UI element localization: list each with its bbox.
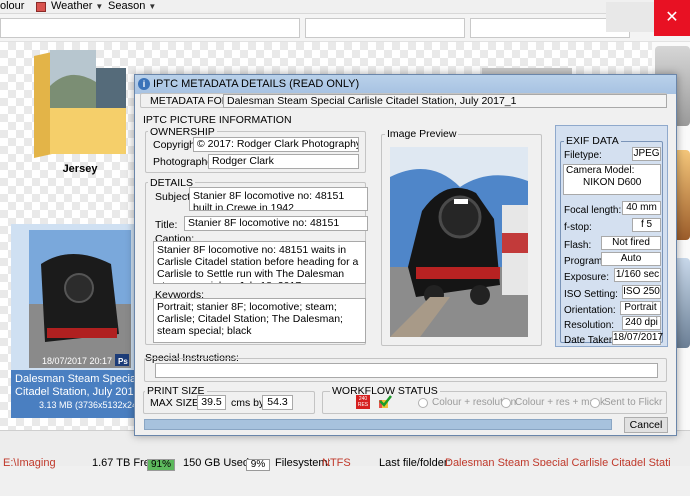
dialog-title: IPTC METADATA DETAILS (READ ONLY)	[153, 78, 360, 90]
chevron-down-icon: ▼	[148, 2, 157, 11]
colour-swatch-icon[interactable]	[36, 2, 46, 12]
dialog-title-bar[interactable]: i IPTC METADATA DETAILS (READ ONLY)	[135, 75, 676, 94]
search-field[interactable]	[305, 18, 465, 38]
path-field[interactable]	[0, 18, 300, 38]
train-thumbnail-image	[29, 230, 131, 368]
orientation-label: Orientation:	[564, 305, 616, 316]
flash-label: Flash:	[564, 240, 592, 251]
used-pct-badge: 9%	[246, 459, 270, 471]
chevron-down-icon: ▼	[95, 2, 104, 11]
program-value: Auto	[601, 252, 661, 266]
title-field[interactable]: Stanier 8F locomotive no: 48151	[184, 216, 368, 231]
image-preview-caption: Image Preview	[385, 128, 459, 140]
max-height-field[interactable]: 54.3	[262, 395, 293, 410]
metadata-for-label: METADATA FOR	[150, 95, 230, 107]
selected-thumbnail[interactable]: Ps	[11, 224, 143, 370]
window-close-button[interactable]: ✕	[654, 0, 690, 36]
colour-filter-label: olour	[0, 0, 25, 12]
title-label: Title:	[155, 219, 178, 231]
maximize-button[interactable]	[630, 2, 656, 32]
date-value: 18/07/2017	[612, 331, 664, 345]
file-name-line2: Citadel Station, July 2017_1.j	[15, 386, 143, 398]
photographer-field[interactable]: Rodger Clark	[208, 154, 359, 169]
camera-value: NIKON D600	[583, 177, 642, 188]
sent-to-flickr-label: Sent to Flickr	[604, 397, 663, 408]
weather-filter-label: Weather	[51, 0, 93, 12]
metadata-for-field[interactable]: Dalesman Steam Special Carlisle Citadel …	[223, 94, 667, 108]
cancel-button[interactable]: Cancel	[624, 417, 668, 433]
exposure-value: 1/160 sec	[614, 268, 661, 282]
resolution-label: Resolution:	[564, 320, 615, 331]
filter-toolbar: olour Weather ▼ Season ▼	[0, 0, 690, 14]
iso-value: ISO 250	[622, 285, 661, 299]
season-filter-label: Season	[108, 0, 146, 12]
cms-by-label: cms by	[231, 397, 265, 409]
special-instructions-field[interactable]	[155, 363, 658, 378]
keywords-field[interactable]: Portrait; stanier 8F; locomotive; steam;…	[153, 298, 366, 343]
iso-label: ISO Setting:	[564, 289, 618, 300]
weather-filter[interactable]: Weather ▼	[51, 0, 103, 14]
filetype-value: JPEG	[632, 147, 661, 161]
filetype-label: Filetype:	[564, 150, 602, 161]
subject-field[interactable]: Stanier 8F locomotive no: 48151 built in…	[189, 187, 368, 211]
info-icon: i	[138, 78, 150, 90]
program-label: Program:	[564, 256, 606, 267]
max-width-field[interactable]: 39.5	[197, 395, 226, 410]
path-strip	[0, 14, 690, 42]
season-filter[interactable]: Season ▼	[108, 0, 156, 14]
file-date: 18/07/2017 20:17	[41, 356, 113, 366]
fstop-label: f-stop:	[564, 222, 592, 233]
minimize-button[interactable]	[606, 2, 632, 32]
free-pct-badge: 91%	[147, 459, 175, 471]
colour-resolution-radio[interactable]	[418, 398, 428, 408]
progress-bar	[144, 419, 612, 430]
orientation-value: Portrait	[620, 301, 661, 315]
copyright-field[interactable]: © 2017: Rodger Clark Photography (All Ri…	[193, 137, 359, 152]
sent-to-flickr-radio[interactable]	[590, 398, 600, 408]
image-preview	[390, 147, 528, 337]
train-preview-image	[390, 147, 528, 337]
folder-jersey[interactable]	[30, 46, 130, 158]
close-icon: ✕	[665, 9, 679, 26]
focal-label: Focal length:	[564, 205, 622, 216]
file-size: 3.13 MB (3736x5132x24)	[39, 400, 141, 410]
subject-label: Subject:	[155, 191, 193, 203]
folder-icon	[34, 50, 126, 158]
resolution-badge-icon[interactable]: 240 RES	[356, 395, 370, 409]
exposure-label: Exposure:	[564, 272, 610, 283]
focal-value: 40 mm	[622, 201, 661, 215]
flash-value: Not fired	[601, 236, 661, 250]
selected-file-info[interactable]: Dalesman Steam Special Carli Citadel Sta…	[11, 370, 143, 418]
colour-res-mask-radio[interactable]	[501, 398, 511, 408]
date-label: Date Taken:	[564, 335, 618, 346]
resolution-value: 240 dpi	[622, 316, 661, 330]
details-caption: DETAILS	[148, 177, 195, 189]
current-path[interactable]: E:\Imaging	[3, 430, 56, 469]
fstop-value: f 5	[632, 218, 661, 232]
caption-field[interactable]: Stanier 8F locomotive no: 48151 waits in…	[153, 241, 366, 284]
checkmark-colour-icon[interactable]	[378, 395, 392, 409]
max-size-label: MAX SIZE:	[150, 397, 202, 409]
folder-label: Jersey	[62, 163, 98, 175]
exif-heading: EXIF DATA	[564, 135, 621, 147]
camera-label: Camera Model:	[566, 165, 635, 176]
colour-filter[interactable]: olour	[0, 0, 24, 14]
file-name-line1: Dalesman Steam Special Carli	[15, 373, 143, 385]
